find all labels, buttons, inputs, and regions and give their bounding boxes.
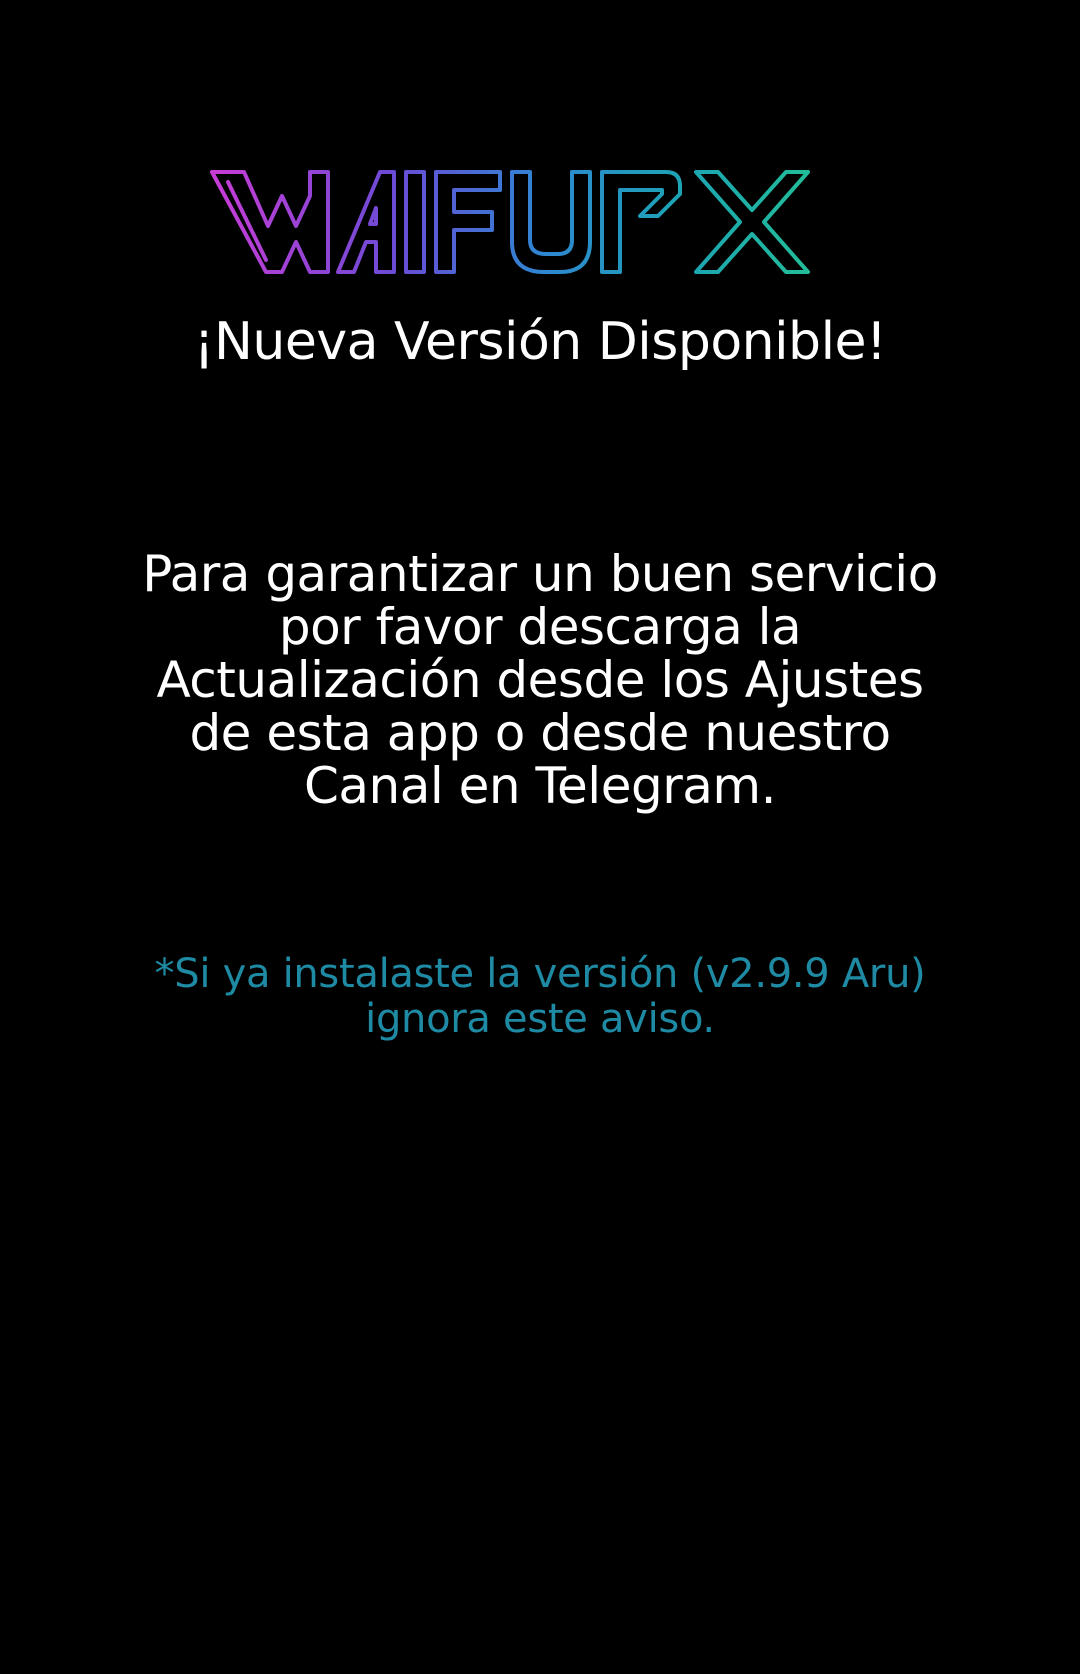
dialog-title: ¡Nueva Versión Disponible! xyxy=(193,312,887,372)
app-logo xyxy=(210,168,870,278)
logo-image xyxy=(210,170,810,274)
version-notice: *Si ya instalaste la versión (v2.9.9 Aru… xyxy=(154,951,926,1042)
update-message: Para garantizar un buen servicio por fav… xyxy=(142,545,938,815)
update-screen: ¡Nueva Versión Disponible! Para garantiz… xyxy=(0,0,1080,1674)
